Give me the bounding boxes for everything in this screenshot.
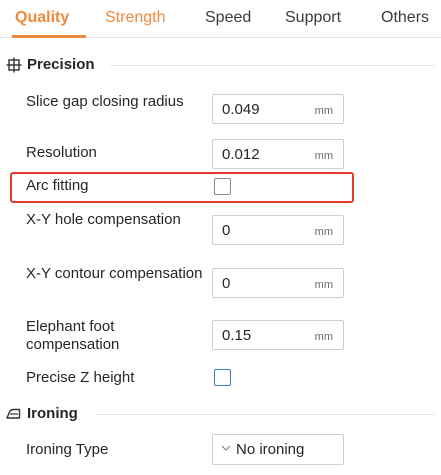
elephant-foot-label: Elephant foot compensation xyxy=(26,318,120,353)
section-divider xyxy=(95,414,435,415)
ironing-type-value: No ironing xyxy=(236,441,305,458)
ironing-type-select[interactable]: No ironing xyxy=(212,434,344,465)
tab-bar: Quality Strength Speed Support Others xyxy=(0,0,441,38)
ironing-icon xyxy=(6,408,21,419)
precision-icon xyxy=(6,57,22,73)
resolution-input[interactable]: 0.012 mm xyxy=(212,139,344,169)
tab-strength[interactable]: Strength xyxy=(105,9,165,27)
section-ironing: Ironing xyxy=(0,403,441,425)
xy-hole-input[interactable]: 0 mm xyxy=(212,215,344,245)
xy-contour-unit: mm xyxy=(314,279,333,291)
resolution-unit: mm xyxy=(314,150,333,162)
xy-hole-unit: mm xyxy=(314,226,333,238)
active-tab-indicator xyxy=(12,35,86,38)
tab-speed[interactable]: Speed xyxy=(205,9,251,27)
section-title-ironing: Ironing xyxy=(27,405,78,422)
xy-contour-label: X-Y contour compensation xyxy=(26,265,203,282)
elephant-foot-value: 0.15 xyxy=(222,327,252,344)
slice-gap-value: 0.049 xyxy=(222,101,260,118)
tab-others[interactable]: Others xyxy=(381,9,429,27)
elephant-foot-input[interactable]: 0.15 mm xyxy=(212,320,344,350)
precise-z-label: Precise Z height xyxy=(26,369,135,386)
slice-gap-label: Slice gap closing radius xyxy=(26,93,184,110)
slice-gap-unit: mm xyxy=(314,105,333,117)
slice-gap-input[interactable]: 0.049 mm xyxy=(212,94,344,124)
elephant-foot-unit: mm xyxy=(314,331,333,343)
precise-z-checkbox[interactable] xyxy=(214,369,231,386)
arc-fitting-highlight-box xyxy=(10,172,354,203)
section-divider xyxy=(110,65,435,66)
chevron-down-icon xyxy=(221,445,231,451)
section-title-precision: Precision xyxy=(27,56,95,73)
section-precision: Precision xyxy=(0,54,441,76)
xy-contour-input[interactable]: 0 mm xyxy=(212,268,344,298)
xy-contour-value: 0 xyxy=(222,275,231,292)
ironing-type-label: Ironing Type xyxy=(26,441,109,458)
xy-hole-value: 0 xyxy=(222,222,231,239)
resolution-label: Resolution xyxy=(26,144,97,161)
tab-quality[interactable]: Quality xyxy=(15,9,69,27)
tab-support[interactable]: Support xyxy=(285,9,341,27)
resolution-value: 0.012 xyxy=(222,146,260,163)
xy-hole-label: X-Y hole compensation xyxy=(26,211,181,228)
